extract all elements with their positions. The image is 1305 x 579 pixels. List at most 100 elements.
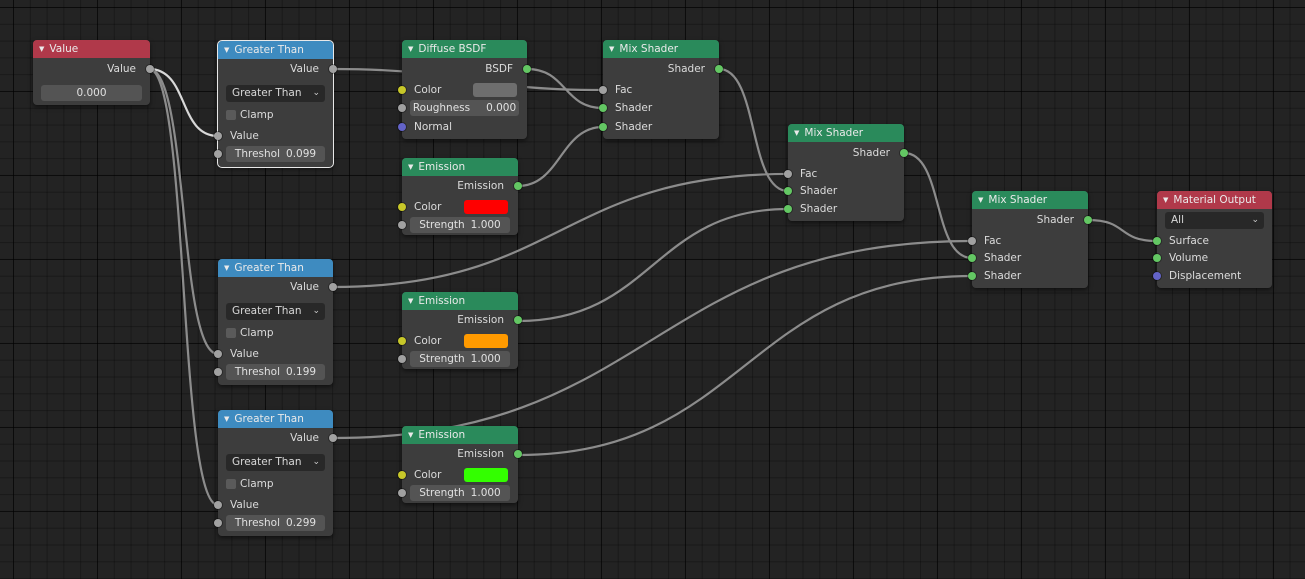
socket-color-in[interactable]	[398, 203, 406, 211]
operation-dropdown[interactable]: Greater Than ⌄	[226, 85, 325, 102]
socket-color-in[interactable]	[398, 86, 406, 94]
node-emission-2[interactable]: ▼ Emission Emission Color Strength 1.000	[398, 292, 522, 369]
clamp-checkbox[interactable]	[226, 110, 236, 120]
socket-roughness-in[interactable]	[398, 104, 406, 112]
socket-emission-out[interactable]	[514, 182, 522, 190]
node-header[interactable]: ▼ Greater Than	[218, 410, 333, 428]
node-header[interactable]: ▼ Greater Than	[218, 259, 333, 277]
socket-value-out[interactable]	[329, 434, 337, 442]
collapse-triangle-icon[interactable]: ▼	[39, 40, 44, 58]
value-field[interactable]: 0.000	[41, 85, 142, 101]
socket-fac-in[interactable]	[784, 170, 792, 178]
socket-shader-b-in[interactable]	[784, 205, 792, 213]
socket-threshold-in[interactable]	[214, 150, 222, 158]
socket-value-in[interactable]	[214, 132, 222, 140]
node-header[interactable]: ▼ Mix Shader	[972, 191, 1088, 209]
color-swatch[interactable]	[473, 83, 517, 97]
collapse-triangle-icon[interactable]: ▼	[224, 410, 229, 428]
socket-color-in[interactable]	[398, 471, 406, 479]
collapse-triangle-icon[interactable]: ▼	[408, 426, 413, 444]
target-dropdown[interactable]: All ⌄	[1165, 212, 1264, 229]
collapse-triangle-icon[interactable]: ▼	[408, 292, 413, 310]
operation-dropdown[interactable]: Greater Than ⌄	[226, 303, 325, 320]
socket-value-in[interactable]	[214, 501, 222, 509]
socket-value-out[interactable]	[329, 283, 337, 291]
socket-fac-in[interactable]	[599, 86, 607, 94]
socket-shader-out[interactable]	[1084, 216, 1092, 224]
strength-field[interactable]: Strength 1.000	[410, 351, 510, 367]
socket-surface-in[interactable]	[1153, 237, 1161, 245]
node-mix-shader-3[interactable]: ▼ Mix Shader Shader Fac Shader Shader	[968, 191, 1092, 288]
node-link[interactable]	[718, 67, 789, 193]
collapse-triangle-icon[interactable]: ▼	[224, 41, 229, 59]
socket-shader-a-in[interactable]	[784, 187, 792, 195]
socket-fac-in[interactable]	[968, 237, 976, 245]
socket-strength-in[interactable]	[398, 489, 406, 497]
node-link[interactable]	[517, 274, 973, 457]
node-header[interactable]: ▼ Value	[33, 40, 150, 58]
collapse-triangle-icon[interactable]: ▼	[609, 40, 614, 58]
node-mix-shader-2[interactable]: ▼ Mix Shader Shader Fac Shader Shader	[784, 124, 908, 221]
node-link[interactable]	[1087, 218, 1158, 243]
node-greater-than-2[interactable]: ▼ Greater Than Value Greater Than ⌄ Clamp …	[214, 259, 337, 385]
node-header[interactable]: ▼ Diffuse BSDF	[402, 40, 527, 58]
node-link[interactable]	[517, 125, 604, 188]
socket-bsdf-out[interactable]	[523, 65, 531, 73]
socket-threshold-in[interactable]	[214, 368, 222, 376]
roughness-field[interactable]: Roughness 0.000	[410, 100, 519, 116]
node-header[interactable]: ▼ Emission	[402, 292, 518, 310]
socket-shader-b-in[interactable]	[968, 272, 976, 280]
socket-shader-b-in[interactable]	[599, 123, 607, 131]
node-header[interactable]: ▼ Mix Shader	[603, 40, 719, 58]
socket-value-in[interactable]	[214, 350, 222, 358]
collapse-triangle-icon[interactable]: ▼	[794, 124, 799, 142]
node-link[interactable]	[517, 207, 789, 323]
collapse-triangle-icon[interactable]: ▼	[408, 158, 413, 176]
node-header[interactable]: ▼ Emission	[402, 426, 518, 444]
clamp-checkbox[interactable]	[226, 328, 236, 338]
node-material-output[interactable]: ▼ Material Output All ⌄ Surface Volume Dis…	[1153, 191, 1272, 288]
node-header[interactable]: ▼ Emission	[402, 158, 518, 176]
collapse-triangle-icon[interactable]: ▼	[224, 259, 229, 277]
color-swatch[interactable]	[464, 468, 508, 482]
clamp-checkbox[interactable]	[226, 479, 236, 489]
socket-emission-out[interactable]	[514, 316, 522, 324]
socket-threshold-in[interactable]	[214, 519, 222, 527]
socket-strength-in[interactable]	[398, 355, 406, 363]
socket-normal-in[interactable]	[398, 123, 406, 131]
socket-volume-in[interactable]	[1153, 254, 1161, 262]
socket-color-in[interactable]	[398, 337, 406, 345]
socket-shader-a-in[interactable]	[599, 104, 607, 112]
node-value[interactable]: ▼ Value Value 0.000	[33, 40, 154, 105]
node-link[interactable]	[148, 67, 219, 356]
node-mix-shader-1[interactable]: ▼ Mix Shader Shader Fac Shader Shader	[599, 40, 723, 139]
socket-emission-out[interactable]	[514, 450, 522, 458]
node-header[interactable]: ▼ Greater Than	[218, 41, 333, 59]
node-header[interactable]: ▼ Mix Shader	[788, 124, 904, 142]
socket-strength-in[interactable]	[398, 221, 406, 229]
socket-shader-out[interactable]	[715, 65, 723, 73]
threshold-field[interactable]: Threshol 0.199	[226, 364, 325, 380]
socket-label: Displacement	[1169, 270, 1242, 282]
node-emission-1[interactable]: ▼ Emission Emission Color Strength 1.000	[398, 158, 522, 235]
node-greater-than-3[interactable]: ▼ Greater Than Value Greater Than ⌄ Clamp …	[214, 410, 337, 536]
socket-shader-out[interactable]	[900, 149, 908, 157]
threshold-field[interactable]: Threshol 0.099	[226, 146, 325, 162]
node-header[interactable]: ▼ Material Output	[1157, 191, 1272, 209]
strength-field[interactable]: Strength 1.000	[410, 485, 510, 501]
strength-field[interactable]: Strength 1.000	[410, 217, 510, 233]
threshold-field[interactable]: Threshol 0.299	[226, 515, 325, 531]
collapse-triangle-icon[interactable]: ▼	[1163, 191, 1168, 209]
collapse-triangle-icon[interactable]: ▼	[978, 191, 983, 209]
socket-value-out[interactable]	[146, 65, 154, 73]
socket-value-out[interactable]	[329, 65, 337, 73]
node-emission-3[interactable]: ▼ Emission Emission Color Strength 1.000	[398, 426, 522, 503]
collapse-triangle-icon[interactable]: ▼	[408, 40, 413, 58]
socket-displacement-in[interactable]	[1153, 272, 1161, 280]
node-diffuse-bsdf[interactable]: ▼ Diffuse BSDF BSDF Color Roughness 0.000 …	[398, 40, 531, 139]
color-swatch[interactable]	[464, 200, 508, 214]
operation-dropdown[interactable]: Greater Than ⌄	[226, 454, 325, 471]
color-swatch[interactable]	[464, 334, 508, 348]
node-greater-than-1[interactable]: ▼ Greater Than Value Greater Than ⌄ Clamp …	[214, 40, 337, 168]
socket-shader-a-in[interactable]	[968, 254, 976, 262]
